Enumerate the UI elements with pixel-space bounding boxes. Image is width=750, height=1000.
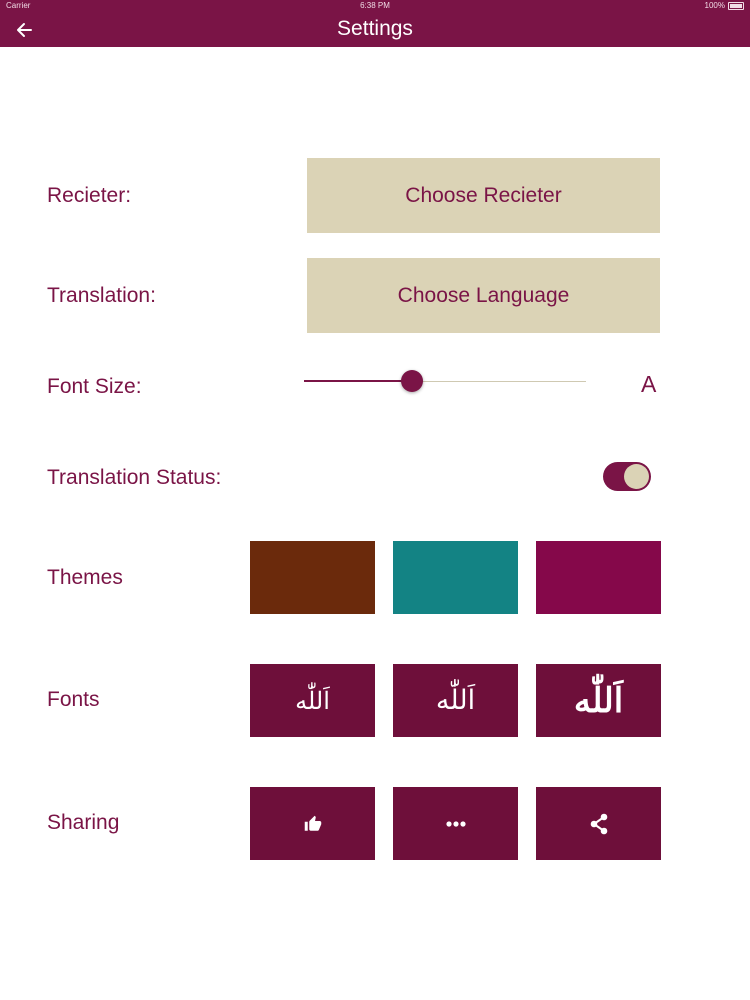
reciter-label: Recieter: [47,184,132,207]
more-dots-icon [445,820,466,827]
slider-track-filled [304,380,412,382]
toggle-knob [624,464,649,489]
battery-percent: 100% [704,1,725,10]
more-button[interactable] [393,787,518,860]
translation-label: Translation: [47,284,156,307]
translation-status-toggle[interactable] [603,462,651,491]
choose-reciter-button[interactable]: Choose Recieter [307,158,660,233]
like-button[interactable] [250,787,375,860]
slider-thumb[interactable] [401,370,423,392]
translation-status-label: Translation Status: [47,466,222,489]
share-icon [590,813,607,834]
theme-swatch-teal[interactable] [393,541,518,614]
share-button[interactable] [536,787,661,860]
page-title: Settings [337,17,413,40]
battery-icon [728,2,744,10]
choose-language-button[interactable]: Choose Language [307,258,660,333]
font-sample-2: اَللّٰه [435,685,476,716]
theme-swatch-brown[interactable] [250,541,375,614]
thumbs-up-icon [304,815,321,831]
sharing-label: Sharing [47,811,120,834]
font-sample-3: اَللّٰه [573,680,624,721]
clock: 6:38 PM [360,1,390,10]
font-option-2[interactable]: اَللّٰه [393,664,518,737]
font-sample-1: اَللّٰه [295,686,330,715]
navigation-bar: Settings [0,12,750,47]
status-bar: Carrier 6:38 PM 100% [0,0,750,12]
font-option-3[interactable]: اَللّٰه [536,664,661,737]
font-size-indicator: A [641,371,657,397]
fonts-label: Fonts [47,688,100,711]
font-size-label: Font Size: [47,375,142,398]
themes-label: Themes [47,566,123,589]
slider-track-empty [412,380,586,382]
battery-indicator: 100% [705,0,744,12]
theme-swatch-maroon[interactable] [536,541,661,614]
font-option-1[interactable]: اَللّٰه [250,664,375,737]
